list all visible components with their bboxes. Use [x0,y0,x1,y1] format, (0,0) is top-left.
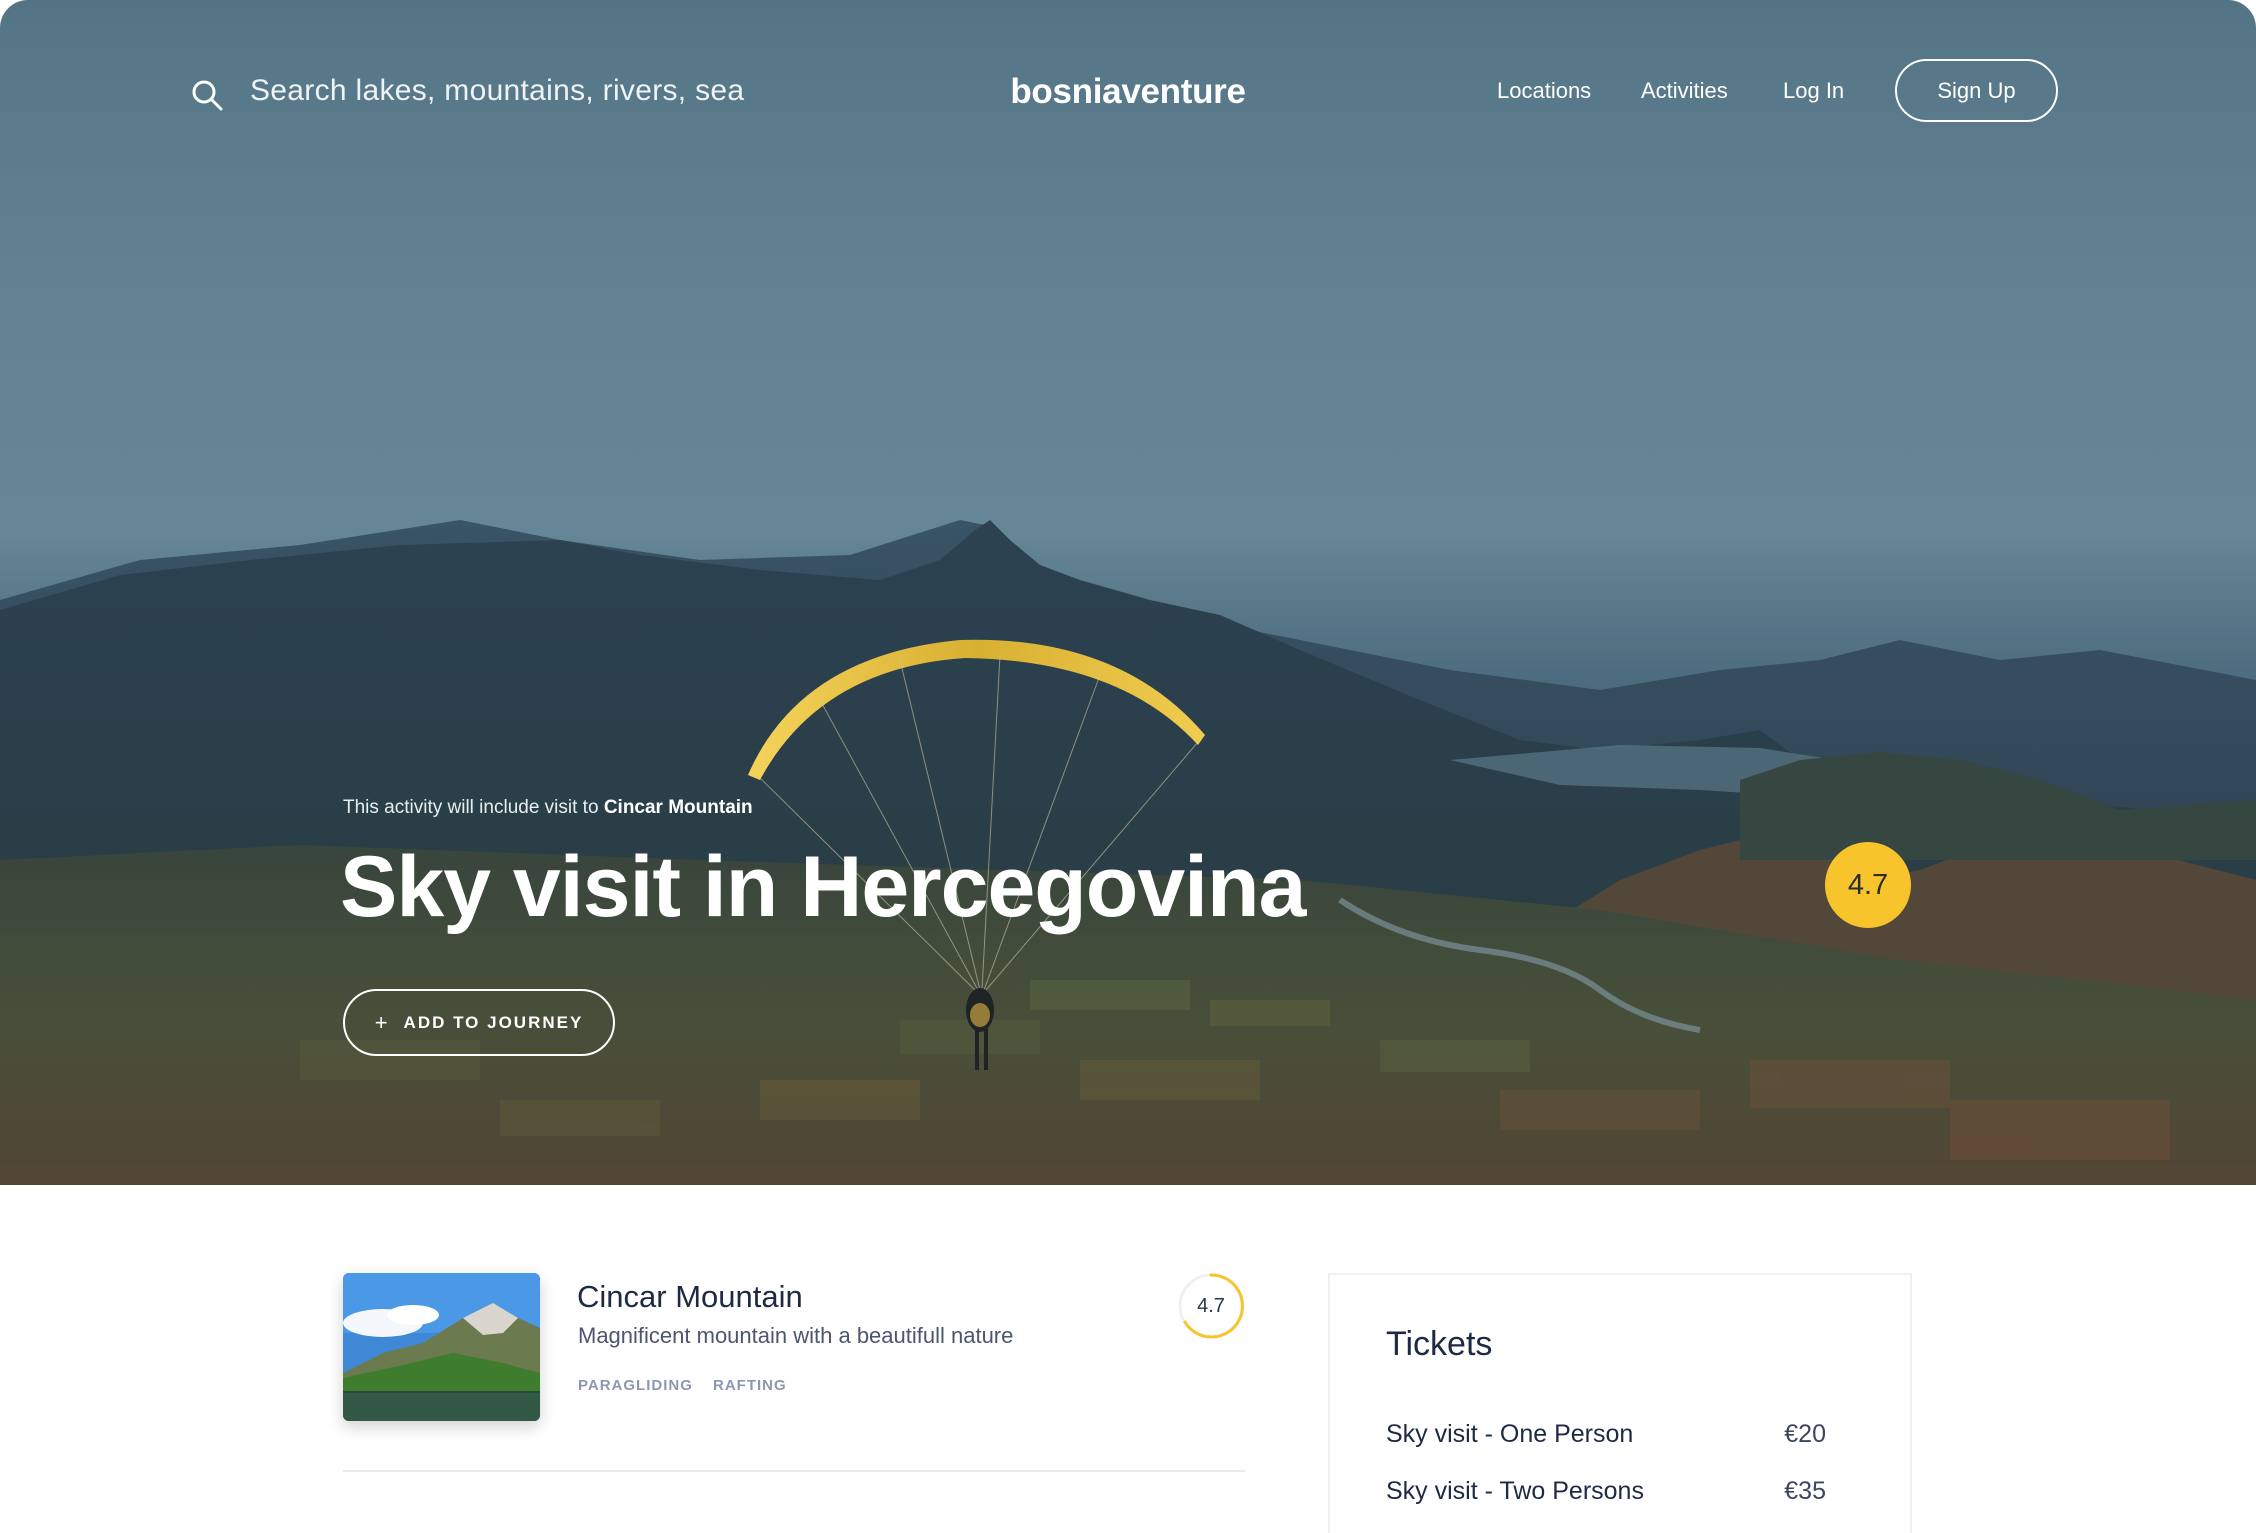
hero-banner: Search lakes, mountains, rivers, sea bos… [0,0,2256,1185]
tickets-panel: Tickets Sky visit - One Person €20 Sky v… [1328,1273,1912,1533]
page-title: Sky visit in Hercegovina [340,839,1306,935]
location-description: Magnificent mountain with a beautifull n… [578,1323,1014,1348]
mountain-photo [343,1273,540,1421]
add-to-journey-button[interactable]: + ADD TO JOURNEY [343,989,615,1056]
ticket-price: €20 [1784,1420,1826,1448]
search-input[interactable]: Search lakes, mountains, rivers, sea [250,74,744,108]
search-icon[interactable] [190,78,224,112]
location-thumbnail[interactable] [343,1273,540,1421]
nav-activities[interactable]: Activities [1641,78,1728,104]
nav-login[interactable]: Log In [1783,78,1844,104]
sign-up-button[interactable]: Sign Up [1895,59,2058,122]
add-to-journey-label: ADD TO JOURNEY [403,1012,584,1032]
ticket-name: Sky visit - One Person [1386,1420,1634,1448]
brand-logo[interactable]: bosniaventure [1010,72,1246,111]
tag-rafting[interactable]: RAFTING [713,1377,787,1394]
tickets-title: Tickets [1386,1325,1493,1363]
hero-kicker-location[interactable]: Cincar Mountain [604,797,753,818]
location-rating: 4.7 [1177,1272,1245,1340]
tag-paragliding[interactable]: PARAGLIDING [578,1377,693,1394]
hero-kicker: This activity will include visit to Cinc… [343,797,753,819]
plus-icon: + [374,1009,390,1035]
nav-locations[interactable]: Locations [1497,78,1591,104]
divider [343,1470,1245,1472]
rating-badge: 4.7 [1825,842,1911,928]
hero-landscape-image [0,0,2256,1185]
location-rating-value: 4.7 [1197,1294,1225,1317]
location-name[interactable]: Cincar Mountain [577,1279,803,1315]
hero-kicker-prefix: This activity will include visit to [343,797,599,818]
